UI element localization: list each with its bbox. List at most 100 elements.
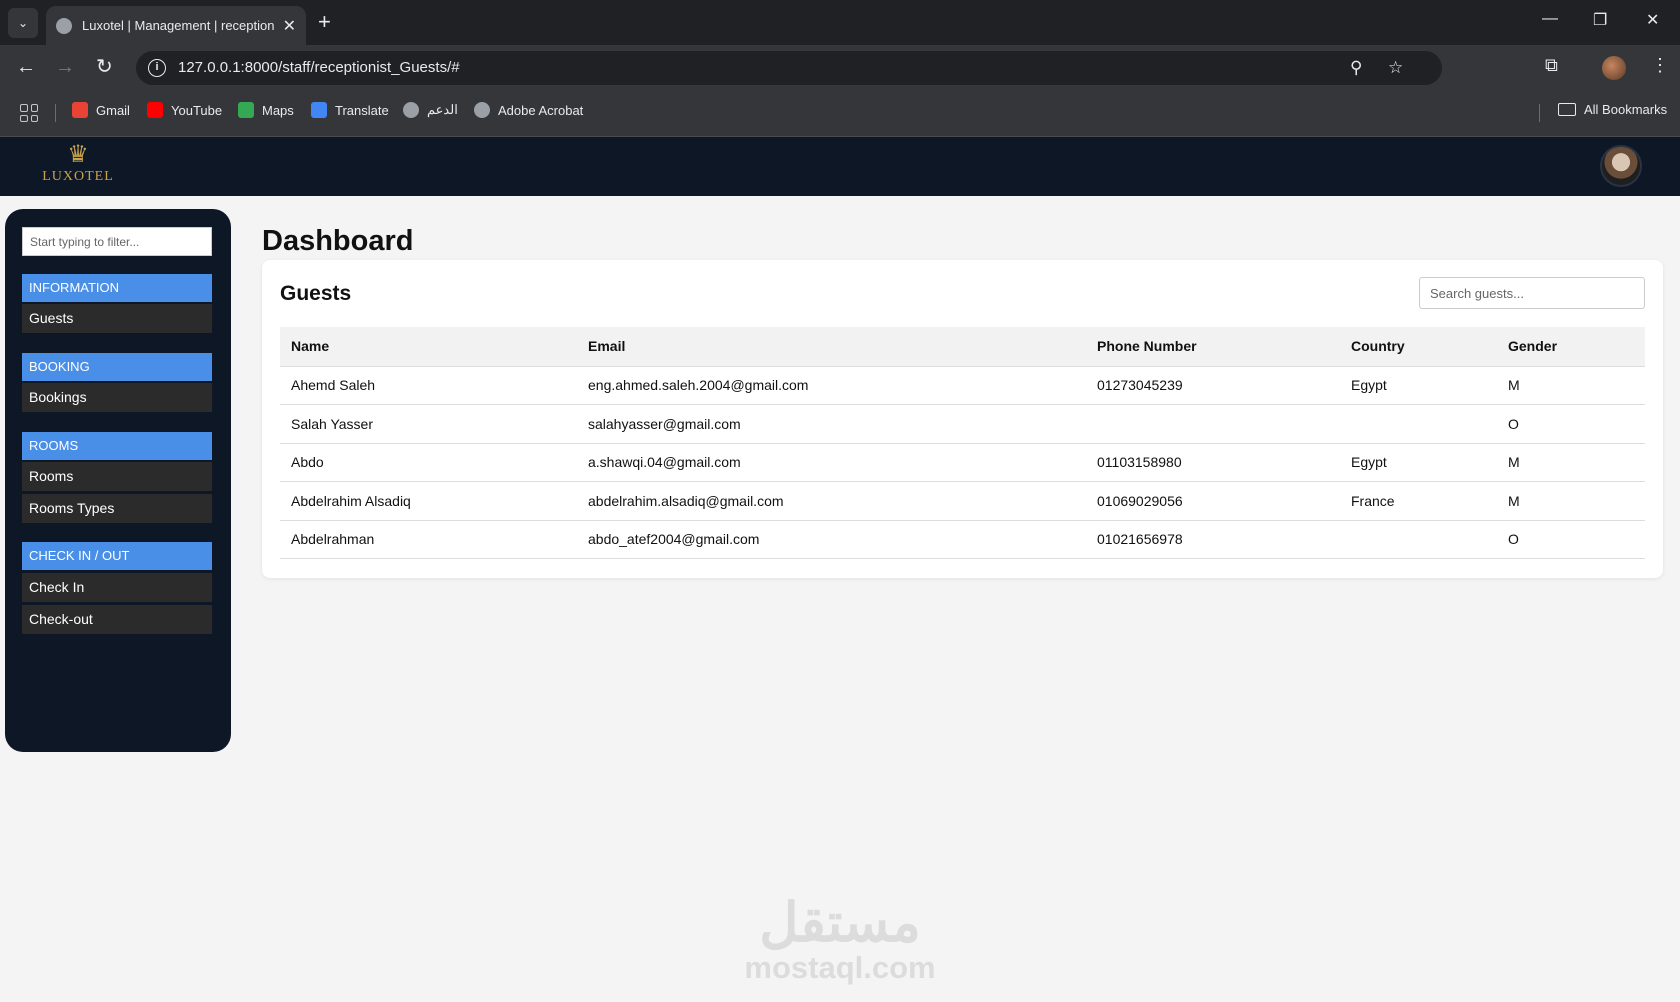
search-guests-input[interactable] xyxy=(1419,277,1645,309)
watermark-latin-text: mostaql.com xyxy=(744,950,936,985)
guests-table: Name Email Phone Number Country Gender A… xyxy=(280,327,1645,559)
table-header-row: Name Email Phone Number Country Gender xyxy=(280,327,1645,367)
guest-name-cell: Abdelrahman xyxy=(280,520,577,559)
folder-icon xyxy=(1558,103,1576,116)
reload-button[interactable]: ↻ xyxy=(96,55,113,79)
sidebar-filter-input[interactable] xyxy=(22,227,212,256)
luxotel-logo[interactable]: ♛ LUXOTEL xyxy=(36,141,120,191)
minimize-button[interactable]: — xyxy=(1542,10,1558,28)
guest-name-cell: Abdo xyxy=(280,443,577,482)
bookmarks-separator xyxy=(1539,104,1540,122)
guest-gender-cell: M xyxy=(1497,481,1645,521)
sidebar-category-information: INFORMATION xyxy=(22,274,212,302)
guest-phone-cell: 01103158980 xyxy=(1086,443,1340,482)
globe-icon xyxy=(56,17,72,34)
sidebar-item-guests[interactable]: Guests xyxy=(22,304,212,333)
guest-email-cell: abdo_atef2004@gmail.com xyxy=(577,520,1086,559)
guest-country-cell: Egypt xyxy=(1340,443,1497,482)
user-avatar[interactable] xyxy=(1600,145,1642,187)
bookmarks-separator xyxy=(55,104,56,122)
sidebar-category-rooms: ROOMS xyxy=(22,432,212,460)
page-title: Dashboard xyxy=(262,225,414,257)
crown-icon: ♛ xyxy=(67,141,89,168)
column-header-name[interactable]: Name xyxy=(280,327,577,367)
sidebar: INFORMATION Guests BOOKING Bookings ROOM… xyxy=(5,209,231,752)
bookmark-maps[interactable]: Maps xyxy=(238,102,294,118)
table-row[interactable]: Abdelrahman abdo_atef2004@gmail.com 0102… xyxy=(280,520,1645,559)
restore-button[interactable]: ❐ xyxy=(1593,10,1607,30)
bookmark-adobe-acrobat[interactable]: Adobe Acrobat xyxy=(474,102,583,118)
guest-email-cell: abdelrahim.alsadiq@gmail.com xyxy=(577,481,1086,521)
guest-email-cell: a.shawqi.04@gmail.com xyxy=(577,443,1086,482)
maps-icon xyxy=(238,102,254,118)
guest-gender-cell: M xyxy=(1497,443,1645,482)
bookmark-gmail[interactable]: Gmail xyxy=(72,102,130,118)
globe-icon xyxy=(474,102,490,118)
guest-email-cell: salahyasser@gmail.com xyxy=(577,404,1086,444)
browser-toolbar: ← → ↻ i 127.0.0.1:8000/staff/receptionis… xyxy=(0,45,1680,90)
guests-card: Guests Name Email Phone Number Country G… xyxy=(262,260,1663,578)
mostaql-watermark: مستقل mostaql.com xyxy=(738,895,942,985)
guest-name-cell: Abdelrahim Alsadiq xyxy=(280,481,577,521)
zoom-icon[interactable]: ⚲ xyxy=(1350,58,1362,78)
site-info-icon[interactable]: i xyxy=(148,59,166,77)
table-row[interactable]: Abdelrahim Alsadiq abdelrahim.alsadiq@gm… xyxy=(280,481,1645,521)
app-header: ♛ LUXOTEL xyxy=(0,137,1680,196)
tab-search-button[interactable]: ⌄ xyxy=(8,8,38,38)
table-row[interactable]: Ahemd Saleh eng.ahmed.saleh.2004@gmail.c… xyxy=(280,366,1645,405)
guest-gender-cell: O xyxy=(1497,520,1645,559)
forward-button[interactable]: → xyxy=(55,55,75,79)
column-header-gender[interactable]: Gender xyxy=(1497,327,1645,367)
extensions-icon[interactable]: ⧉ xyxy=(1545,55,1558,76)
bookmark-youtube[interactable]: YouTube xyxy=(147,102,222,118)
table-row[interactable]: Abdo a.shawqi.04@gmail.com 01103158980 E… xyxy=(280,443,1645,482)
table-row[interactable]: Salah Yasser salahyasser@gmail.com O xyxy=(280,404,1645,444)
column-header-country[interactable]: Country xyxy=(1340,327,1497,367)
globe-icon xyxy=(403,102,419,118)
apps-grid-icon[interactable] xyxy=(20,104,38,122)
tab-close-icon[interactable]: ✕ xyxy=(283,16,296,36)
watermark-arabic-text: مستقل xyxy=(759,893,921,953)
menu-icon[interactable]: ⋮ xyxy=(1651,55,1669,76)
browser-tab-active[interactable]: Luxotel | Management | receptionist ✕ xyxy=(46,6,306,45)
column-header-email[interactable]: Email xyxy=(577,327,1086,367)
guests-card-title: Guests xyxy=(280,282,352,305)
guest-phone-cell: 01273045239 xyxy=(1086,366,1340,405)
sidebar-category-check-in-out: CHECK IN / OUT xyxy=(22,542,212,570)
guest-name-cell: Ahemd Saleh xyxy=(280,366,577,405)
guest-name-cell: Salah Yasser xyxy=(280,404,577,444)
url-text[interactable]: 127.0.0.1:8000/staff/receptionist_Guests… xyxy=(178,59,460,76)
profile-avatar[interactable] xyxy=(1602,56,1626,80)
sidebar-category-booking: BOOKING xyxy=(22,353,212,381)
youtube-icon xyxy=(147,102,163,118)
address-bar[interactable]: i 127.0.0.1:8000/staff/receptionist_Gues… xyxy=(136,51,1442,85)
guest-country-cell: France xyxy=(1340,481,1497,521)
guest-phone-cell xyxy=(1086,404,1340,444)
logo-text: LUXOTEL xyxy=(42,169,114,184)
guest-phone-cell: 01069029056 xyxy=(1086,481,1340,521)
guest-email-cell: eng.ahmed.saleh.2004@gmail.com xyxy=(577,366,1086,405)
new-tab-button[interactable]: + xyxy=(318,10,331,34)
bookmark-support[interactable]: الدعم xyxy=(403,102,458,118)
column-header-phone-number[interactable]: Phone Number xyxy=(1086,327,1340,367)
guest-phone-cell: 01021656978 xyxy=(1086,520,1340,559)
sidebar-item-bookings[interactable]: Bookings xyxy=(22,383,212,412)
bookmark-star-icon[interactable]: ☆ xyxy=(1388,58,1403,78)
bookmark-translate[interactable]: Translate xyxy=(311,102,389,118)
browser-tabstrip: ⌄ Luxotel | Management | receptionist ✕ … xyxy=(0,0,1680,45)
tab-title: Luxotel | Management | receptionist xyxy=(82,18,275,33)
translate-icon xyxy=(311,102,327,118)
back-button[interactable]: ← xyxy=(16,55,36,79)
bookmarks-bar: Gmail YouTube Maps Translate الدعم Adobe… xyxy=(0,90,1680,137)
sidebar-item-rooms-types[interactable]: Rooms Types xyxy=(22,494,212,523)
close-window-button[interactable]: ✕ xyxy=(1646,10,1659,30)
all-bookmarks-button[interactable]: All Bookmarks xyxy=(1558,102,1667,117)
gmail-icon xyxy=(72,102,88,118)
sidebar-item-rooms[interactable]: Rooms xyxy=(22,462,212,491)
sidebar-item-check-out[interactable]: Check-out xyxy=(22,605,212,634)
guest-gender-cell: O xyxy=(1497,404,1645,444)
guest-gender-cell: M xyxy=(1497,366,1645,405)
guest-country-cell: Egypt xyxy=(1340,366,1497,405)
sidebar-item-check-in[interactable]: Check In xyxy=(22,573,212,602)
guest-country-cell xyxy=(1340,404,1497,444)
